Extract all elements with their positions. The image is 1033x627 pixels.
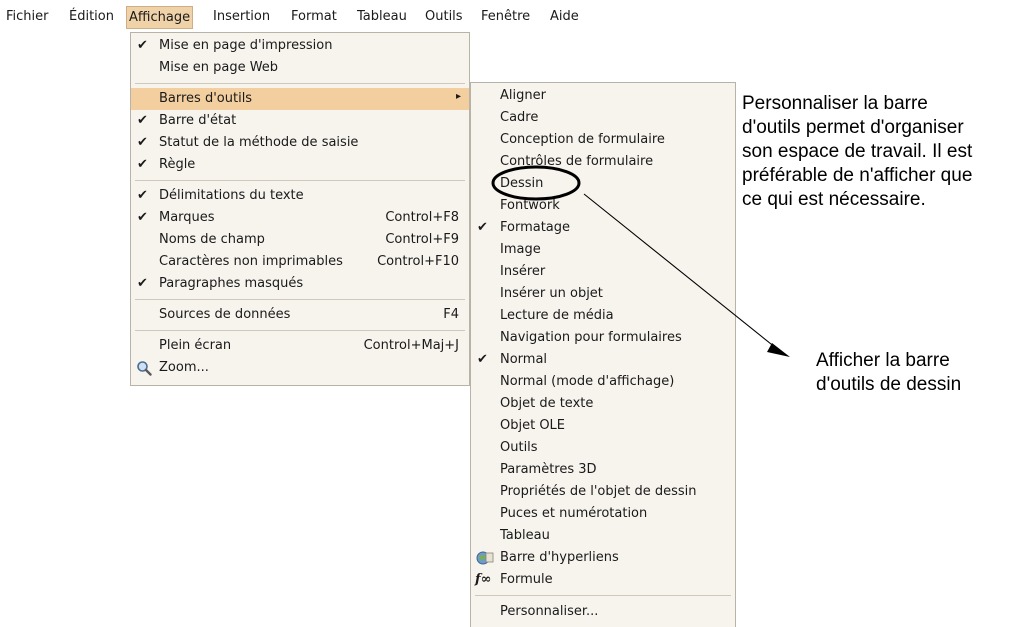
annotation-top-text: Personnaliser la barre d'outils permet d… xyxy=(742,92,972,212)
annotation-arrowhead xyxy=(767,343,790,357)
annotation-line: Personnaliser la barre xyxy=(742,93,928,114)
annotation-line: préférable de n'afficher que xyxy=(742,165,973,186)
annotation-line: ce qui est nécessaire. xyxy=(742,189,926,210)
annotation-bottom-text: Afficher la barre d'outils de dessin xyxy=(816,349,961,397)
annotation-line: Afficher la barre xyxy=(816,350,950,371)
annotation-line: son espace de travail. Il est xyxy=(742,141,973,162)
dessin-highlight-ellipse xyxy=(491,165,581,201)
annotation-line: d'outils de dessin xyxy=(816,374,962,395)
annotation-arrow-line xyxy=(583,193,777,349)
annotation-line: d'outils permet d'organiser xyxy=(742,117,964,138)
